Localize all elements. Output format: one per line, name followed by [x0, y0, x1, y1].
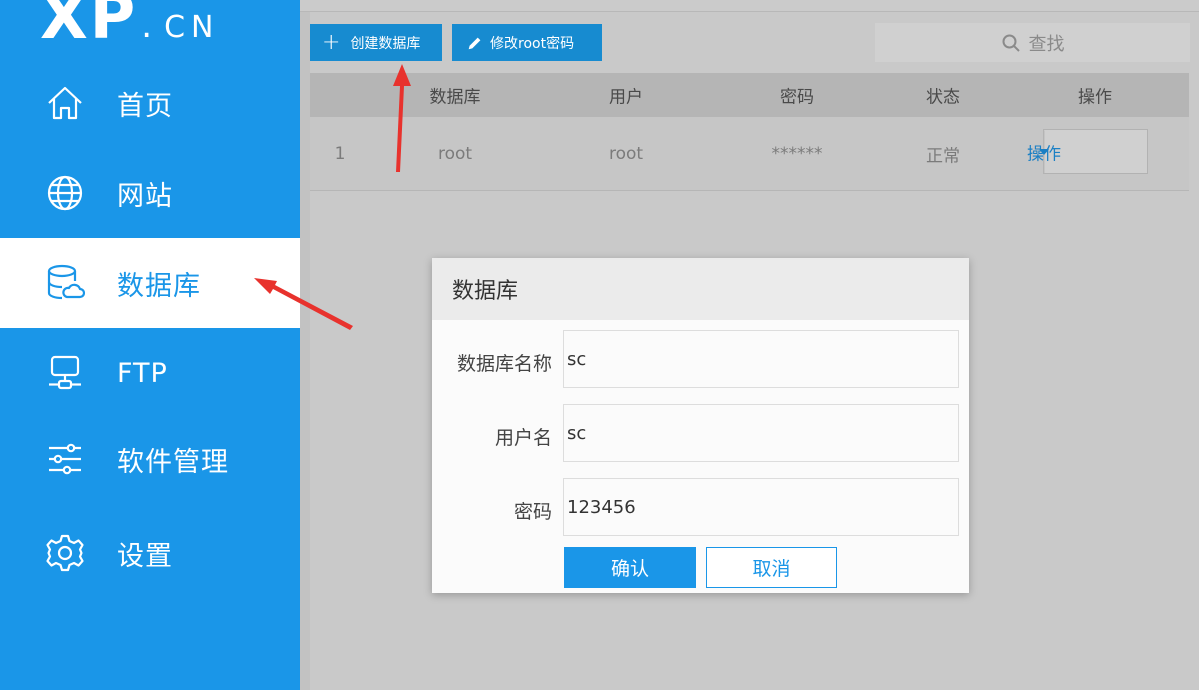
sliders-icon — [44, 438, 86, 480]
column-header-database: 数据库 — [429, 87, 481, 108]
create-database-dialog: 数据库 数据库名称 用户名 密码 确认 取消 — [432, 258, 969, 593]
sidebar-item-label: FTP — [117, 357, 168, 389]
caret-down-icon[interactable] — [1039, 148, 1049, 155]
sidebar-item-label: 网站 — [117, 180, 173, 212]
password-input[interactable] — [563, 478, 959, 536]
confirm-label: 确认 — [610, 558, 649, 580]
row-action-dropdown[interactable]: 操作 — [1027, 129, 1148, 174]
sidebar-item-label: 设置 — [117, 540, 173, 572]
search-input[interactable]: 查找 — [875, 23, 1190, 62]
table-row: 1 root root ****** 正常 操作 — [310, 117, 1189, 191]
username-label: 用户名 — [494, 427, 552, 449]
logo-main: XP — [40, 0, 138, 48]
sidebar-item-label: 数据库 — [117, 270, 201, 302]
create-database-button[interactable]: + 创建数据库 — [310, 24, 442, 61]
cell-database: root — [437, 143, 473, 164]
cell-user: root — [608, 143, 644, 164]
database-icon — [44, 262, 86, 304]
username-input[interactable] — [563, 404, 959, 462]
password-label: 密码 — [513, 501, 552, 523]
sidebar-item-software[interactable]: 软件管理 — [0, 414, 300, 504]
pencil-icon — [468, 37, 481, 49]
search-placeholder: 查找 — [1028, 33, 1065, 55]
gear-icon — [44, 532, 86, 574]
change-root-password-label: 修改root密码 — [490, 35, 575, 52]
create-database-label: 创建数据库 — [350, 35, 421, 52]
change-root-password-button[interactable]: 修改root密码 — [452, 24, 602, 61]
database-name-input[interactable] — [563, 330, 959, 388]
sidebar-item-home[interactable]: 首页 — [0, 58, 300, 148]
cell-status: 正常 — [926, 146, 960, 166]
cell-password: ****** — [771, 143, 823, 164]
cancel-label: 取消 — [752, 558, 791, 580]
search-icon — [1002, 34, 1020, 52]
ftp-server-icon — [44, 352, 86, 394]
database-name-label: 数据库名称 — [456, 353, 552, 375]
plus-icon: + — [322, 29, 341, 55]
cancel-button[interactable]: 取消 — [706, 547, 837, 588]
confirm-button[interactable]: 确认 — [564, 547, 696, 588]
globe-icon — [44, 172, 86, 214]
table-header: 数据库 用户 密码 状态 操作 — [310, 73, 1189, 117]
dialog-header: 数据库 — [432, 258, 969, 320]
home-icon — [44, 82, 86, 124]
sidebar-item-database[interactable]: 数据库 — [0, 238, 300, 328]
top-strip — [300, 0, 1199, 12]
sidebar-item-ftp[interactable]: FTP — [0, 328, 300, 418]
column-header-password: 密码 — [780, 87, 814, 108]
sidebar-item-website[interactable]: 网站 — [0, 148, 300, 238]
sidebar-item-label: 首页 — [117, 90, 173, 122]
column-header-status: 状态 — [926, 87, 960, 108]
sidebar: XP . CN 首页 网站 数据库 FTP 软件管理 设置 — [0, 0, 300, 690]
column-header-action: 操作 — [1078, 87, 1112, 108]
column-header-user: 用户 — [609, 87, 643, 108]
sidebar-item-label: 软件管理 — [117, 446, 229, 478]
dialog-title: 数据库 — [452, 279, 519, 304]
row-index: 1 — [334, 143, 346, 164]
logo: XP . CN — [40, 0, 219, 48]
sidebar-item-settings[interactable]: 设置 — [0, 508, 300, 598]
logo-sub: . CN — [141, 6, 220, 46]
